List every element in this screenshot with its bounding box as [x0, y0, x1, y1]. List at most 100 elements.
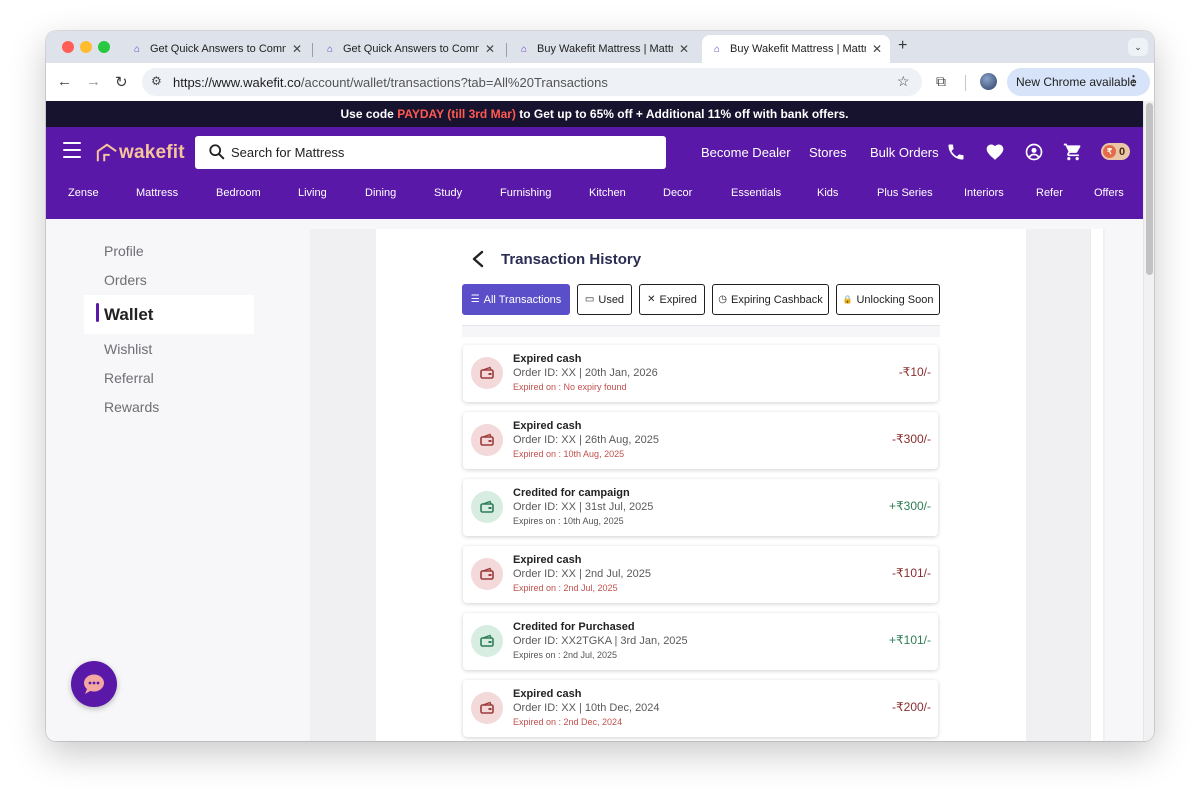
- category-decor[interactable]: Decor: [663, 187, 692, 203]
- category-plus-series[interactable]: Plus Series: [877, 187, 933, 203]
- category-essentials[interactable]: Essentials: [731, 187, 781, 203]
- maximize-window-button[interactable]: [98, 41, 110, 53]
- update-chrome-button[interactable]: New Chrome available ⋮: [1007, 68, 1150, 96]
- transaction-order: Order ID: XX | 2nd Jul, 2025: [513, 568, 651, 580]
- forward-arrow-icon[interactable]: →: [86, 73, 101, 90]
- tab-search-chevron-icon[interactable]: ⌄: [1128, 38, 1148, 56]
- heart-wishlist-icon[interactable]: [985, 142, 1005, 162]
- minimize-window-button[interactable]: [80, 41, 92, 53]
- browser-toolbar: ← → ↻ ⚙ https://www.wakefit.co/account/w…: [46, 63, 1154, 101]
- category-interiors[interactable]: Interiors: [964, 187, 1004, 203]
- category-study[interactable]: Study: [434, 187, 462, 203]
- search-input[interactable]: [231, 136, 651, 169]
- category-living[interactable]: Living: [298, 187, 327, 203]
- account-profile-icon[interactable]: [1024, 142, 1044, 162]
- transaction-amount: -₹200/-: [892, 700, 931, 714]
- coin-count: 0: [1119, 145, 1126, 158]
- new-tab-plus-icon[interactable]: +: [898, 37, 907, 55]
- category-dining[interactable]: Dining: [365, 187, 396, 203]
- filter-all-transactions[interactable]: ☰ All Transactions: [462, 284, 570, 315]
- chat-bubble-icon: [84, 674, 104, 694]
- filter-expired[interactable]: ✕ Expired: [639, 284, 705, 315]
- browser-tab-2[interactable]: ⌂ Get Quick Answers to Common ✕: [315, 35, 503, 63]
- browser-tab-1[interactable]: ⌂ Get Quick Answers to Common ✕: [122, 35, 310, 63]
- cart-icon[interactable]: [1063, 142, 1083, 162]
- wakefit-logo[interactable]: wakefit: [96, 139, 185, 167]
- browser-tab-4-active[interactable]: ⌂ Buy Wakefit Mattress | Mattress ✕: [702, 35, 891, 63]
- tab-title: Get Quick Answers to Common: [343, 43, 479, 55]
- transaction-title: Credited for campaign: [513, 487, 630, 499]
- transaction-row[interactable]: Credited for campaign Order ID: XX | 31s…: [463, 479, 938, 536]
- scrollbar-thumb[interactable]: [1146, 103, 1153, 275]
- category-offers[interactable]: Offers: [1094, 187, 1124, 203]
- tab-separator: [312, 43, 313, 57]
- tab-title: Buy Wakefit Mattress | Mattress: [537, 43, 673, 55]
- category-refer[interactable]: Refer: [1036, 187, 1063, 203]
- search-icon: [209, 144, 225, 160]
- credited-wallet-icon: [471, 625, 503, 657]
- extensions-puzzle-icon[interactable]: ⧉: [936, 73, 946, 90]
- account-menu-wallet[interactable]: Wallet: [84, 295, 254, 334]
- close-tab-icon[interactable]: ✕: [872, 42, 882, 56]
- expired-wallet-icon: [471, 357, 503, 389]
- active-indicator: [96, 303, 99, 322]
- transaction-expiry: Expires on : 2nd Jul, 2025: [513, 650, 618, 660]
- transaction-title: Expired cash: [513, 420, 582, 432]
- update-chrome-label: New Chrome available: [1016, 75, 1137, 89]
- browser-tab-3[interactable]: ⌂ Buy Wakefit Mattress | Mattress ✕: [509, 35, 697, 63]
- site-header: wakefit Become Dealer Stores Bulk Orders: [46, 127, 1143, 219]
- phone-icon[interactable]: [946, 142, 966, 162]
- account-menu-rewards[interactable]: Rewards: [104, 399, 159, 415]
- bulk-orders-link[interactable]: Bulk Orders: [870, 145, 939, 160]
- account-menu-profile[interactable]: Profile: [104, 243, 144, 259]
- profile-avatar[interactable]: [980, 73, 997, 90]
- account-menu-wishlist[interactable]: Wishlist: [104, 341, 152, 357]
- hamburger-menu-icon[interactable]: [63, 142, 81, 158]
- kebab-menu-icon[interactable]: ⋮: [1127, 73, 1140, 89]
- wallet-coins-badge[interactable]: ₹ 0: [1101, 143, 1130, 160]
- transaction-amount: -₹101/-: [892, 566, 931, 580]
- promo-banner[interactable]: Use code PAYDAY (till 3rd Mar) to Get up…: [46, 101, 1143, 127]
- category-zense[interactable]: Zense: [68, 187, 99, 203]
- category-kids[interactable]: Kids: [817, 187, 838, 203]
- close-tab-icon[interactable]: ✕: [679, 42, 689, 56]
- transaction-row[interactable]: Credited for Purchased Order ID: XX2TGKA…: [463, 613, 938, 670]
- transaction-row[interactable]: Expired cash Order ID: XX | 10th Dec, 20…: [463, 680, 938, 737]
- x-icon: ✕: [647, 294, 656, 305]
- page-scrollbar[interactable]: [1143, 101, 1154, 741]
- site-settings-icon[interactable]: ⚙: [151, 74, 162, 88]
- close-window-button[interactable]: [62, 41, 74, 53]
- card-icon: ▭: [584, 294, 595, 305]
- address-bar[interactable]: ⚙ https://www.wakefit.co/account/wallet/…: [142, 68, 922, 96]
- promo-suffix: to Get up to 65% off + Additional 11% of…: [515, 107, 849, 121]
- category-furnishing[interactable]: Furnishing: [500, 187, 551, 203]
- transaction-expiry: Expires on : 10th Aug, 2025: [513, 516, 624, 526]
- back-arrow-icon[interactable]: ←: [57, 73, 72, 90]
- close-tab-icon[interactable]: ✕: [485, 42, 495, 56]
- chat-support-button[interactable]: [71, 661, 117, 707]
- filter-unlocking-soon[interactable]: 🔒 Unlocking Soon: [836, 284, 940, 315]
- bookmark-star-icon[interactable]: ☆: [897, 73, 910, 90]
- filter-used[interactable]: ▭ Used: [577, 284, 632, 315]
- category-bedroom[interactable]: Bedroom: [216, 187, 261, 203]
- category-kitchen[interactable]: Kitchen: [589, 187, 626, 203]
- transaction-row[interactable]: Expired cash Order ID: XX | 26th Aug, 20…: [463, 412, 938, 469]
- transaction-order: Order ID: XX | 20th Jan, 2026: [513, 367, 658, 379]
- url-text[interactable]: https://www.wakefit.co/account/wallet/tr…: [173, 75, 608, 90]
- list-divider: [462, 325, 940, 337]
- account-menu-orders[interactable]: Orders: [104, 272, 147, 288]
- clock-icon: ◷: [718, 294, 727, 305]
- category-mattress[interactable]: Mattress: [136, 187, 178, 203]
- expired-wallet-icon: [471, 692, 503, 724]
- search-box[interactable]: [195, 136, 666, 169]
- transaction-expiry: Expired on : 2nd Jul, 2025: [513, 583, 618, 593]
- transaction-row[interactable]: Expired cash Order ID: XX | 2nd Jul, 202…: [463, 546, 938, 603]
- stores-link[interactable]: Stores: [809, 145, 847, 160]
- account-menu-referral[interactable]: Referral: [104, 370, 154, 386]
- transaction-row[interactable]: Expired cash Order ID: XX | 20th Jan, 20…: [463, 345, 938, 402]
- close-tab-icon[interactable]: ✕: [292, 42, 302, 56]
- filter-expiring-cashback[interactable]: ◷ Expiring Cashback: [712, 284, 829, 315]
- reload-icon[interactable]: ↻: [115, 73, 128, 91]
- become-dealer-link[interactable]: Become Dealer: [701, 145, 791, 160]
- back-chevron-icon[interactable]: [471, 250, 485, 268]
